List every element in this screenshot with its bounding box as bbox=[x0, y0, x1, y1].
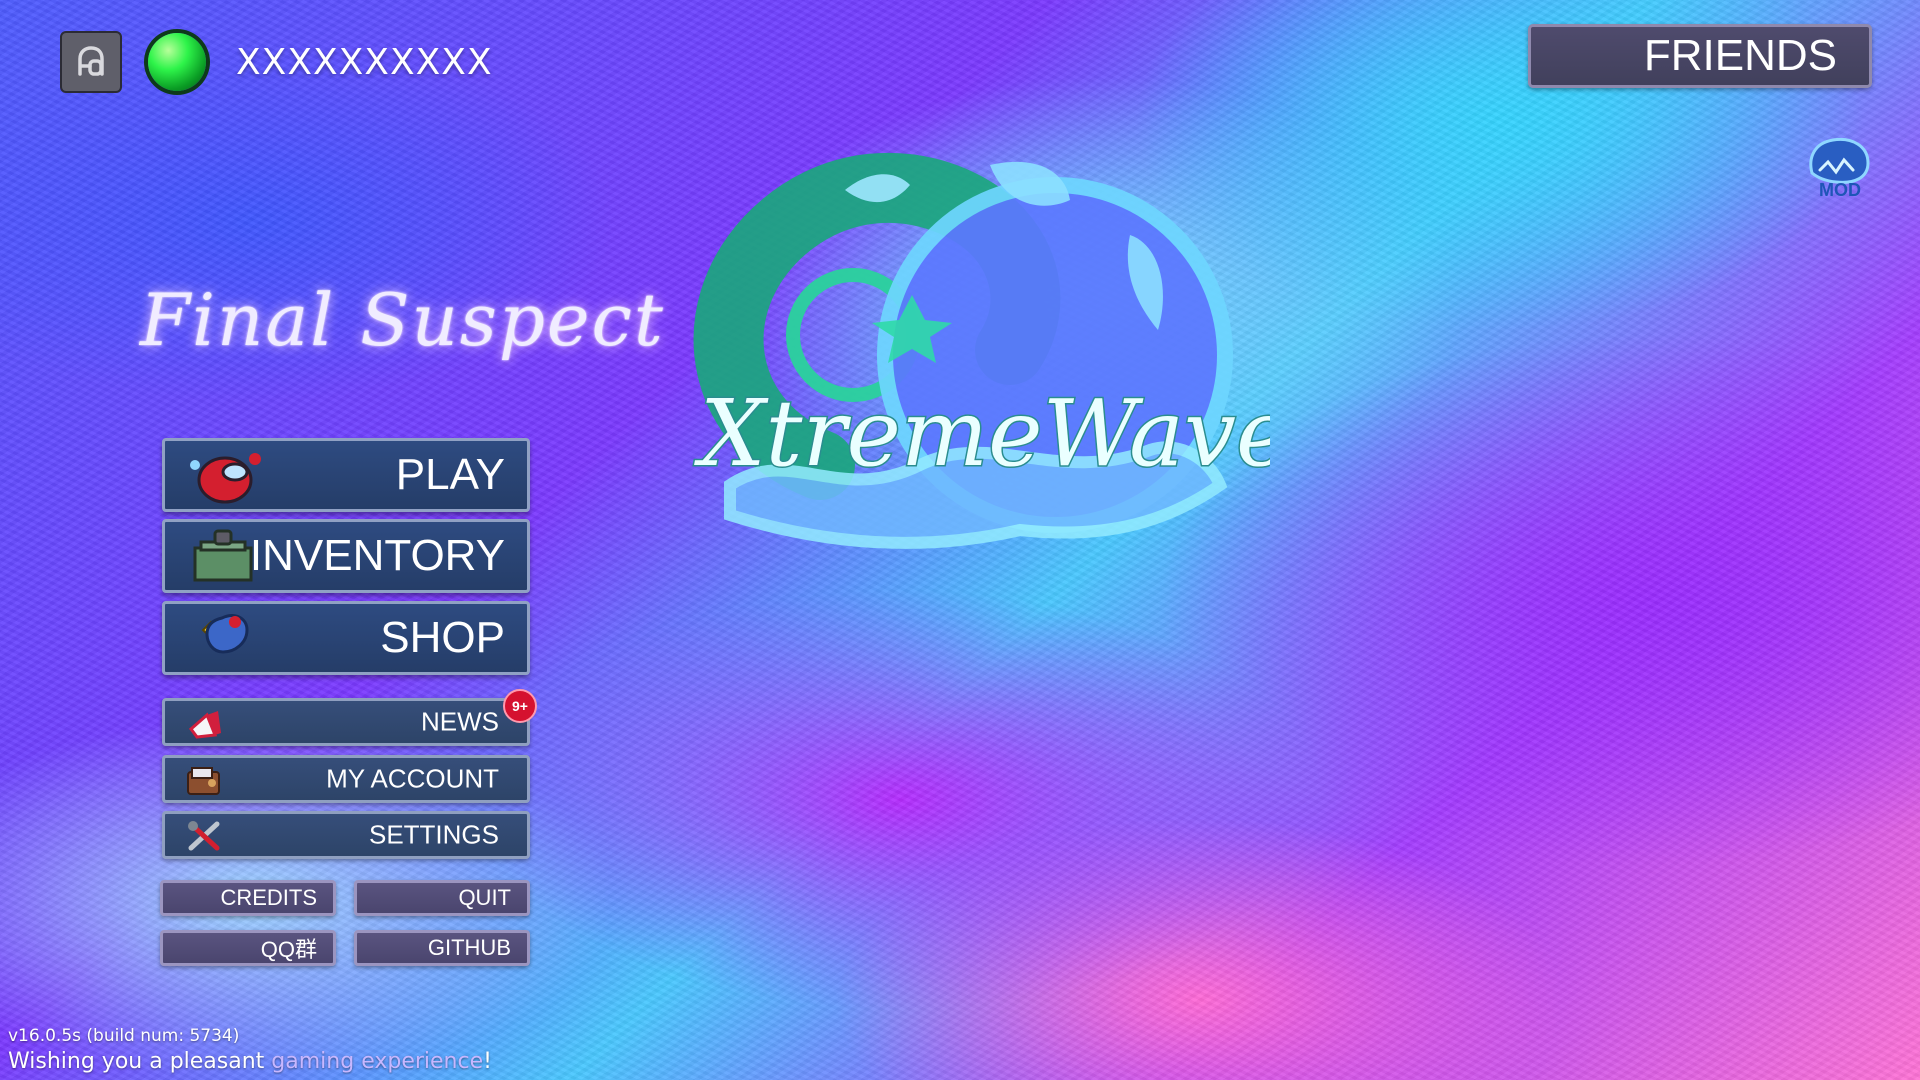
news-badge: 9+ bbox=[503, 689, 537, 723]
play-label: PLAY bbox=[395, 450, 505, 499]
greeting-highlight: gaming experience bbox=[271, 1049, 484, 1074]
account-icon bbox=[187, 767, 220, 795]
game-title-logo: Final Suspect bbox=[140, 278, 665, 362]
github-label: GITHUB bbox=[427, 935, 511, 960]
top-left-bar: XXXXXXXXXX bbox=[60, 30, 493, 94]
greeting-text: Wishing you a pleasant gaming experience… bbox=[8, 1049, 492, 1074]
my-account-button[interactable]: MY ACCOUNT bbox=[162, 755, 530, 803]
credits-label: CREDITS bbox=[220, 885, 317, 910]
qq-group-button[interactable]: QQ群 bbox=[160, 930, 336, 966]
play-icon bbox=[190, 453, 261, 504]
qq-group-label: QQ群 bbox=[260, 937, 317, 962]
shop-icon bbox=[201, 614, 249, 654]
inventory-button[interactable]: INVENTORY bbox=[162, 519, 530, 593]
quit-button[interactable]: QUIT bbox=[354, 880, 530, 916]
mod-badge-icon: MOD bbox=[1809, 137, 1870, 200]
news-button[interactable]: NEWS 9+ bbox=[162, 689, 537, 746]
online-status-icon bbox=[148, 33, 206, 91]
inventory-label: INVENTORY bbox=[249, 531, 505, 580]
credits-button[interactable]: CREDITS bbox=[160, 880, 336, 916]
brand-logo-text: XtremeWave bbox=[694, 380, 1270, 487]
settings-button[interactable]: SETTINGS bbox=[162, 811, 530, 859]
github-button[interactable]: GITHUB bbox=[354, 930, 530, 966]
settings-icon bbox=[188, 821, 220, 851]
username: XXXXXXXXXX bbox=[236, 41, 493, 83]
friends-button-label: FRIENDS bbox=[1643, 31, 1837, 80]
my-account-label: MY ACCOUNT bbox=[326, 763, 499, 794]
quit-label: QUIT bbox=[458, 885, 511, 910]
play-button[interactable]: PLAY bbox=[162, 438, 530, 512]
settings-label: SETTINGS bbox=[368, 819, 499, 850]
news-label: NEWS bbox=[421, 706, 499, 737]
version-text: v16.0.5s (build num: 5734) bbox=[8, 1026, 240, 1046]
mod-badge-text: MOD bbox=[1819, 180, 1861, 200]
news-icon bbox=[188, 711, 221, 739]
shop-button[interactable]: SHOP bbox=[162, 601, 530, 675]
shop-label: SHOP bbox=[380, 613, 505, 662]
friends-button[interactable]: FRIENDS bbox=[1528, 24, 1872, 88]
brand-logo: XtremeWave bbox=[693, 152, 1270, 549]
greeting-end: ! bbox=[483, 1049, 492, 1074]
profile-button[interactable] bbox=[60, 31, 122, 93]
greeting-start: Wishing you a pleasant bbox=[8, 1049, 272, 1074]
profile-icon bbox=[78, 46, 104, 76]
